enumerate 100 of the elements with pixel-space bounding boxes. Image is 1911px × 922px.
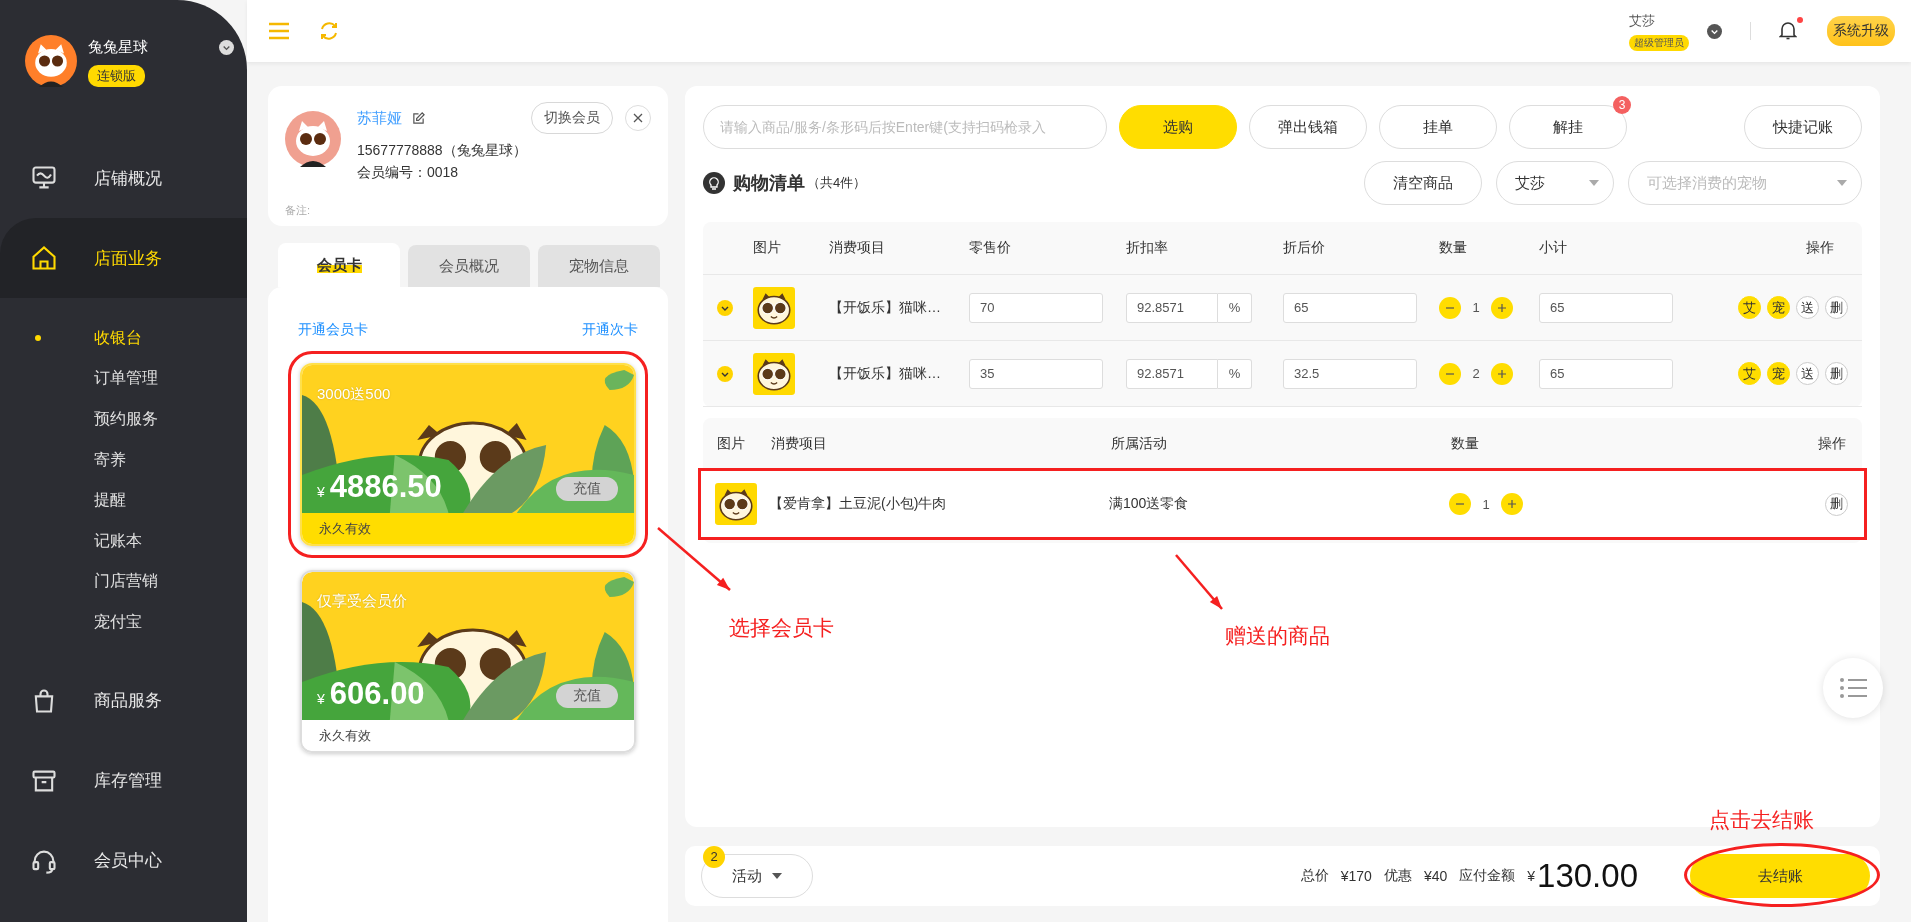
submenu-item[interactable]: 预约服务: [0, 399, 247, 440]
recharge-button[interactable]: 充值: [556, 477, 618, 501]
percent-unit: %: [1218, 358, 1252, 389]
toolbar-button[interactable]: 挂单: [1379, 105, 1497, 149]
card-validity: 永久有效: [302, 513, 634, 544]
list-icon: [1839, 677, 1867, 699]
count-badge: 3: [1613, 96, 1631, 114]
row-action-button[interactable]: 删: [1825, 362, 1848, 385]
quantity-value: 1: [1471, 300, 1481, 315]
quantity-value: 1: [1481, 496, 1491, 512]
tab[interactable]: 宠物信息: [538, 245, 660, 287]
column-header: 小计: [1539, 239, 1568, 257]
search-field[interactable]: 请输入商品/服务/条形码后按Enter键(支持扫码枪录入: [703, 105, 1107, 149]
submenu-item[interactable]: 提醒: [0, 480, 247, 521]
payable-amount: 130.00: [1537, 857, 1638, 895]
total-label: 总价: [1300, 867, 1329, 885]
row-action-button[interactable]: 艾: [1738, 362, 1761, 385]
dropdown-icon[interactable]: [1707, 23, 1722, 39]
subtotal-field[interactable]: 65: [1539, 358, 1673, 389]
note-label: 备注:: [285, 203, 311, 218]
increase-button[interactable]: [1501, 493, 1523, 515]
toolbar-button[interactable]: 弹出钱箱: [1249, 105, 1367, 149]
decrease-button[interactable]: [1449, 493, 1471, 515]
decrease-button[interactable]: [1439, 296, 1461, 319]
discounted-price-field[interactable]: 65: [1283, 292, 1417, 323]
close-icon[interactable]: [625, 105, 651, 131]
switch-member-button[interactable]: 切换会员: [531, 102, 613, 134]
card-title: 仅享受会员价: [317, 592, 407, 611]
column-header: 数量: [1451, 435, 1480, 453]
recharge-button[interactable]: 充值: [556, 684, 618, 708]
row-action-button[interactable]: 删: [1825, 296, 1848, 319]
expand-icon[interactable]: [717, 365, 733, 382]
store-avatar: [25, 35, 77, 87]
subtotal-field[interactable]: 65: [1539, 292, 1673, 323]
cat-thumbnail: [715, 483, 757, 525]
upgrade-button[interactable]: 系统升级: [1827, 16, 1895, 46]
currency-symbol: ¥: [317, 691, 325, 707]
dropdown-icon[interactable]: [219, 40, 234, 55]
nav-item[interactable]: 会员中心: [0, 820, 247, 901]
member-card[interactable]: 仅享受会员价 ¥ 606.00 充值 永久有效: [300, 570, 636, 753]
row-action-button[interactable]: 宠: [1767, 362, 1790, 385]
increase-button[interactable]: [1491, 362, 1513, 385]
edit-icon[interactable]: [412, 111, 425, 125]
discounted-price-field[interactable]: 32.5: [1283, 358, 1417, 389]
lightbulb-icon: [703, 172, 725, 194]
caret-icon: [1589, 180, 1599, 186]
nav-item[interactable]: 商品服务: [0, 660, 247, 741]
item-count: （共4件）: [807, 174, 867, 192]
increase-button[interactable]: [1491, 296, 1513, 319]
annotation-arrow: [1175, 554, 1223, 610]
submenu-item[interactable]: 门店营销: [0, 561, 247, 603]
currency-symbol: ¥: [317, 484, 325, 500]
price-field[interactable]: 35: [969, 358, 1103, 389]
column-header: 数量: [1439, 239, 1468, 257]
delete-button[interactable]: 删: [1825, 492, 1848, 516]
user-name: 艾莎: [1629, 11, 1655, 30]
member-number: 会员编号：0018: [357, 164, 460, 182]
annotation-text: 点击去结账: [1709, 807, 1814, 833]
submenu-item[interactable]: 寄养: [0, 439, 247, 481]
menu-icon[interactable]: [268, 20, 290, 42]
list-button[interactable]: [1823, 658, 1883, 718]
quick-entry-button[interactable]: 快捷记账: [1744, 105, 1862, 149]
product-name: 【开饭乐】猫咪…: [829, 298, 942, 317]
plus-icon: [1497, 368, 1507, 379]
nav-item[interactable]: 店面业务: [0, 218, 247, 298]
refresh-icon[interactable]: [318, 20, 340, 42]
tab[interactable]: 会员卡: [278, 243, 400, 287]
submenu-item[interactable]: 订单管理: [0, 358, 247, 400]
total-amount: ¥170: [1340, 868, 1372, 884]
row-action-button[interactable]: 艾: [1738, 296, 1761, 319]
column-header: 消费项目: [771, 435, 828, 453]
column-header: 零售价: [969, 239, 1012, 257]
discount-field[interactable]: 92.8571: [1126, 358, 1218, 389]
caret-icon: [772, 873, 782, 879]
submenu-item[interactable]: 宠付宝: [0, 602, 247, 643]
decrease-button[interactable]: [1439, 362, 1461, 385]
percent-unit: %: [1218, 292, 1252, 323]
submenu-item[interactable]: 记账本: [0, 520, 247, 562]
quantity-value: 2: [1471, 366, 1481, 381]
discount-field[interactable]: 92.8571: [1126, 292, 1218, 323]
row-action-button[interactable]: 宠: [1767, 296, 1790, 319]
discount-label: 优惠: [1383, 867, 1412, 885]
nav-item[interactable]: 店铺概况: [0, 138, 247, 218]
row-action-button[interactable]: 送: [1796, 296, 1819, 319]
row-action-button[interactable]: 送: [1796, 362, 1819, 385]
checkout-button[interactable]: 去结账: [1690, 854, 1870, 898]
expand-icon[interactable]: [717, 299, 733, 316]
product-name: 【爱肯拿】土豆泥(小包)牛肉: [769, 495, 948, 513]
annotation-text: 赠送的商品: [1225, 623, 1330, 649]
nav-item[interactable]: 库存管理: [0, 740, 247, 821]
toolbar-button[interactable]: 选购: [1119, 105, 1237, 149]
tab[interactable]: 会员概况: [408, 245, 530, 287]
card-balance: 606.00: [329, 676, 425, 712]
price-field[interactable]: 70: [969, 292, 1103, 323]
submenu-item[interactable]: 收银台: [0, 318, 247, 359]
column-header: 图片: [716, 435, 746, 453]
discount-amount: ¥40: [1423, 868, 1448, 884]
clear-items-button[interactable]: 清空商品: [1364, 161, 1482, 205]
edition-badge: 连锁版: [88, 65, 145, 87]
bell-icon[interactable]: [1779, 20, 1797, 40]
